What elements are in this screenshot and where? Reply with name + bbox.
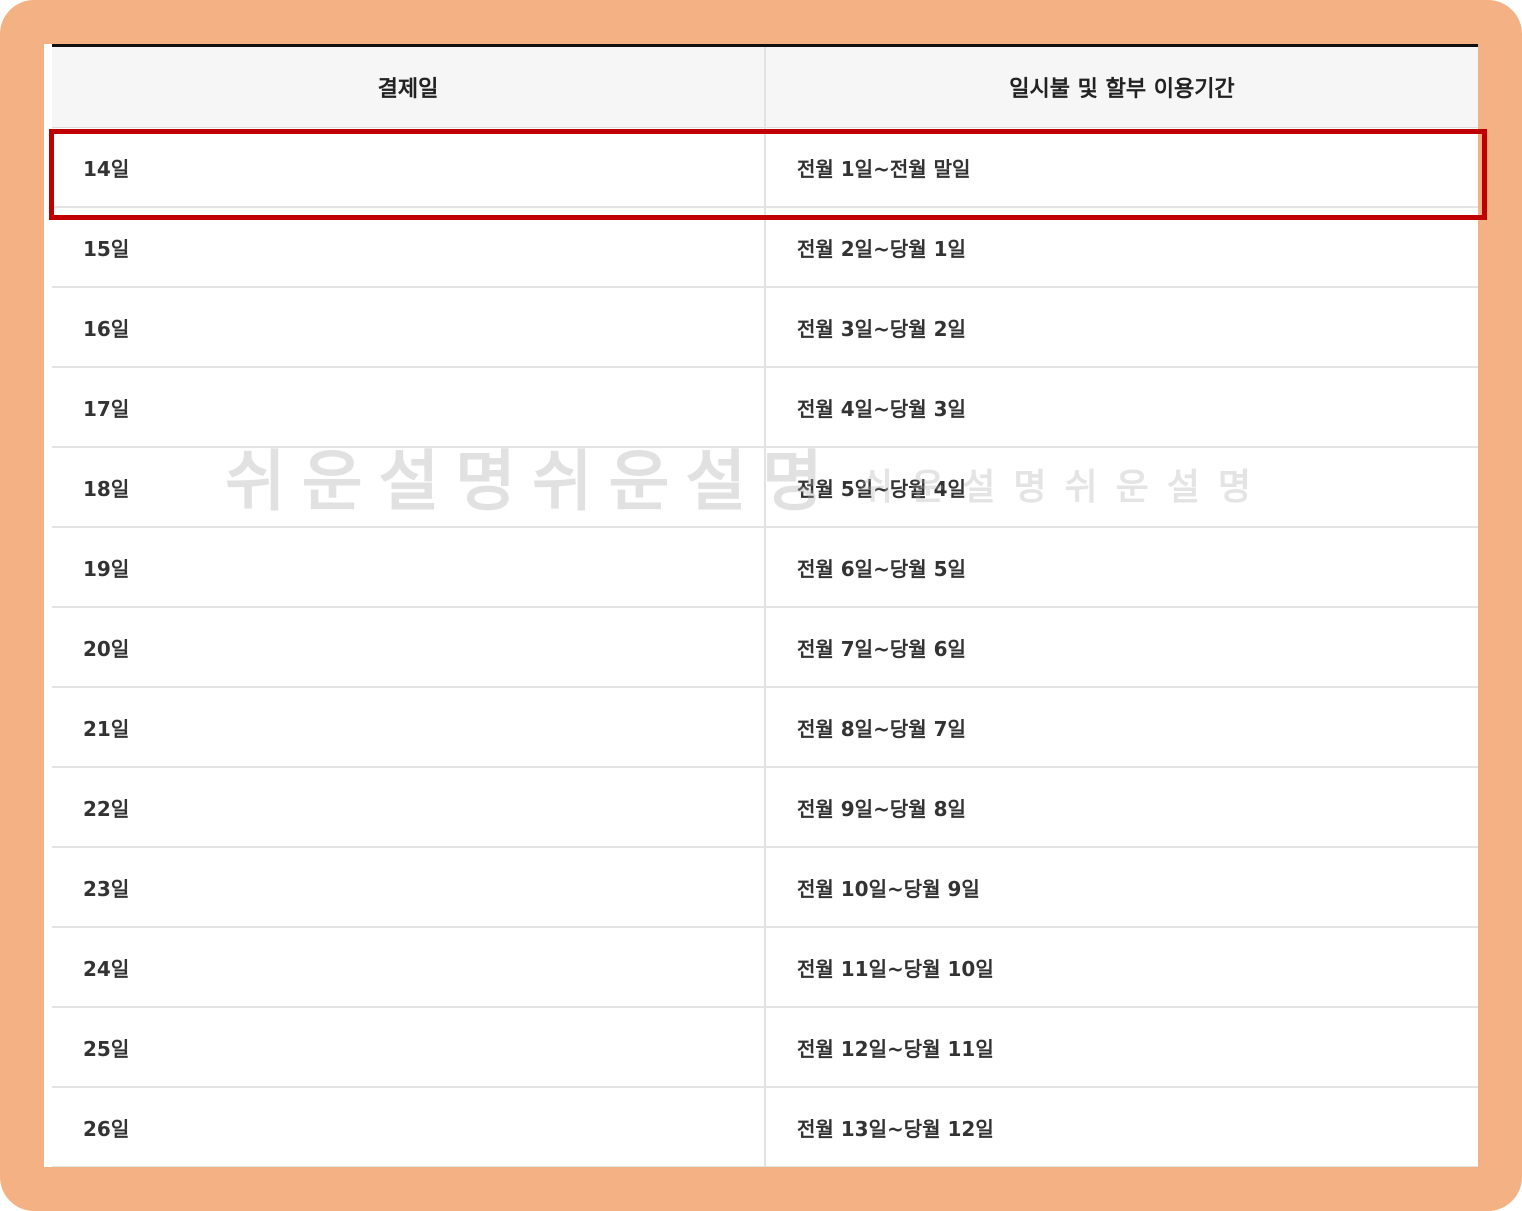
table-row: 15일 전월 2일~당월 1일 bbox=[52, 207, 1478, 288]
table-row: 19일 전월 6일~당월 5일 bbox=[52, 527, 1478, 608]
table-row: 25일 전월 12일~당월 11일 bbox=[52, 1007, 1478, 1088]
usage-period-cell: 전월 7일~당월 6일 bbox=[764, 607, 1478, 688]
payment-date-cell: 23일 bbox=[52, 847, 765, 928]
payment-date-cell: 17일 bbox=[52, 367, 765, 448]
billing-period-table: 결제일 일시불 및 할부 이용기간 14일 전월 1일~전월 말일 15일 전월… bbox=[52, 44, 1478, 1167]
table-row: 17일 전월 4일~당월 3일 bbox=[52, 367, 1478, 448]
usage-period-cell: 전월 1일~전월 말일 bbox=[764, 127, 1478, 208]
payment-date-cell: 24일 bbox=[52, 927, 765, 1008]
header-payment-date: 결제일 bbox=[52, 45, 765, 128]
payment-date-cell: 19일 bbox=[52, 527, 765, 608]
usage-period-cell: 전월 6일~당월 5일 bbox=[764, 527, 1478, 608]
payment-date-cell: 26일 bbox=[52, 1087, 765, 1167]
table-row: 23일 전월 10일~당월 9일 bbox=[52, 847, 1478, 928]
table-row: 18일 전월 5일~당월 4일 bbox=[52, 447, 1478, 528]
payment-date-cell: 21일 bbox=[52, 687, 765, 768]
table-row: 16일 전월 3일~당월 2일 bbox=[52, 287, 1478, 368]
payment-date-cell: 25일 bbox=[52, 1007, 765, 1088]
usage-period-cell: 전월 9일~당월 8일 bbox=[764, 767, 1478, 848]
table-row: 22일 전월 9일~당월 8일 bbox=[52, 767, 1478, 848]
payment-date-cell: 22일 bbox=[52, 767, 765, 848]
usage-period-cell: 전월 8일~당월 7일 bbox=[764, 687, 1478, 768]
table-row: 26일 전월 13일~당월 12일 bbox=[52, 1087, 1478, 1167]
payment-date-cell: 15일 bbox=[52, 207, 765, 288]
table-row: 21일 전월 8일~당월 7일 bbox=[52, 687, 1478, 768]
usage-period-cell: 전월 4일~당월 3일 bbox=[764, 367, 1478, 448]
usage-period-cell: 전월 3일~당월 2일 bbox=[764, 287, 1478, 368]
header-usage-period: 일시불 및 할부 이용기간 bbox=[764, 45, 1478, 128]
payment-date-cell: 18일 bbox=[52, 447, 765, 528]
payment-date-cell: 16일 bbox=[52, 287, 765, 368]
usage-period-cell: 전월 12일~당월 11일 bbox=[764, 1007, 1478, 1088]
payment-date-cell: 14일 bbox=[52, 127, 765, 208]
table-panel: 결제일 일시불 및 할부 이용기간 14일 전월 1일~전월 말일 15일 전월… bbox=[44, 44, 1478, 1167]
payment-date-cell: 20일 bbox=[52, 607, 765, 688]
usage-period-cell: 전월 2일~당월 1일 bbox=[764, 207, 1478, 288]
table-row: 20일 전월 7일~당월 6일 bbox=[52, 607, 1478, 688]
usage-period-cell: 전월 11일~당월 10일 bbox=[764, 927, 1478, 1008]
table-header-row: 결제일 일시불 및 할부 이용기간 bbox=[52, 45, 1478, 128]
table-row: 14일 전월 1일~전월 말일 bbox=[52, 127, 1478, 208]
usage-period-cell: 전월 10일~당월 9일 bbox=[764, 847, 1478, 928]
usage-period-cell: 전월 13일~당월 12일 bbox=[764, 1087, 1478, 1167]
usage-period-cell: 전월 5일~당월 4일 bbox=[764, 447, 1478, 528]
table-row: 24일 전월 11일~당월 10일 bbox=[52, 927, 1478, 1008]
